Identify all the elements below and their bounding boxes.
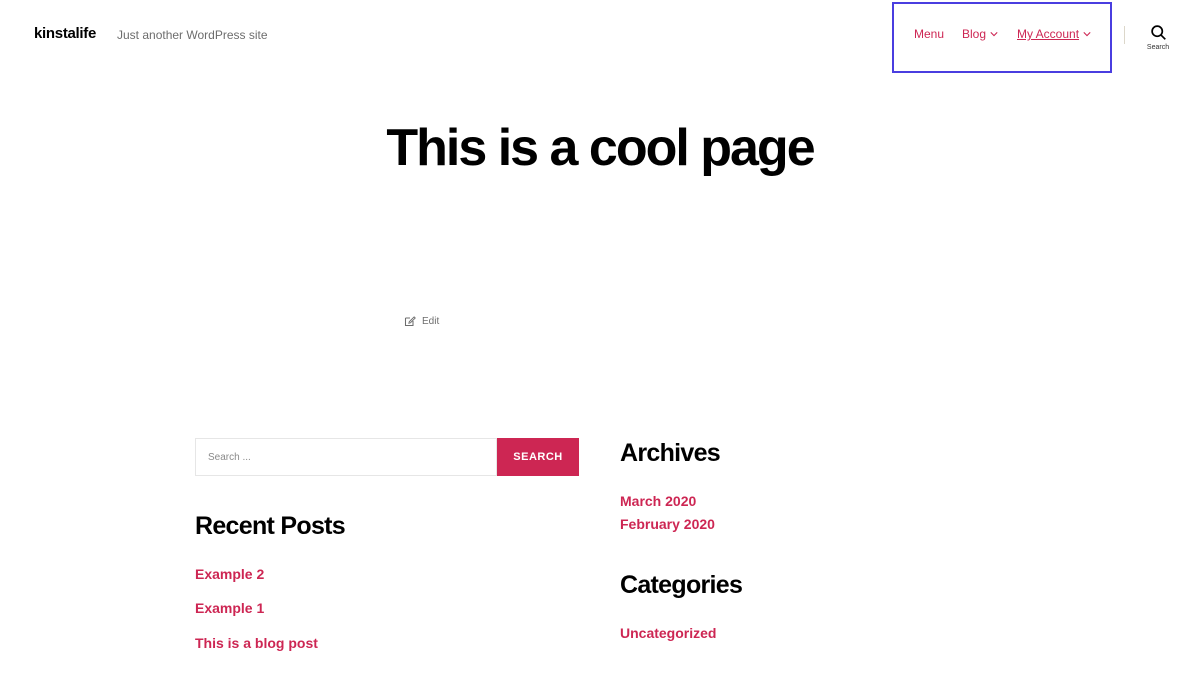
page-title: This is a cool page [386, 119, 815, 177]
page: kinstalife Just another WordPress site M… [0, 0, 1200, 686]
edit-link[interactable]: Edit [404, 315, 439, 327]
nav-item-menu[interactable]: Menu [914, 27, 944, 41]
search-toggle-button[interactable]: Search [1140, 24, 1176, 58]
edit-label: Edit [422, 315, 440, 327]
edit-icon [404, 316, 416, 327]
site-description: Just another WordPress site [117, 28, 268, 42]
site-title[interactable]: kinstalife [34, 25, 96, 42]
chevron-down-icon [1083, 32, 1091, 37]
category-link[interactable]: Uncategorized [620, 625, 716, 641]
recent-post-link[interactable]: Example 2 [195, 566, 264, 582]
chevron-down-icon [990, 32, 998, 37]
archive-link[interactable]: March 2020 [620, 493, 696, 509]
search-widget: SEARCH [195, 438, 579, 476]
categories-title: Categories [620, 571, 743, 599]
search-submit-button[interactable]: SEARCH [497, 438, 579, 476]
recent-post-link[interactable]: Example 1 [195, 600, 264, 616]
recent-post-link[interactable]: This is a blog post [195, 635, 318, 651]
nav-item-blog[interactable]: Blog [962, 27, 998, 41]
recent-posts-title: Recent Posts [195, 512, 346, 540]
header-divider [1124, 26, 1125, 44]
next-widget-title-cut [620, 678, 660, 686]
archive-link[interactable]: February 2020 [620, 516, 715, 532]
archives-title: Archives [620, 439, 721, 467]
search-toggle-label: Search [1146, 44, 1170, 51]
nav-item-label: Blog [962, 27, 987, 41]
search-input[interactable] [195, 438, 497, 476]
nav-item-label: Menu [914, 27, 945, 41]
nav-item-my-account[interactable]: My Account [1017, 27, 1091, 41]
search-icon [1150, 25, 1166, 40]
nav-item-label: My Account [1017, 27, 1080, 41]
